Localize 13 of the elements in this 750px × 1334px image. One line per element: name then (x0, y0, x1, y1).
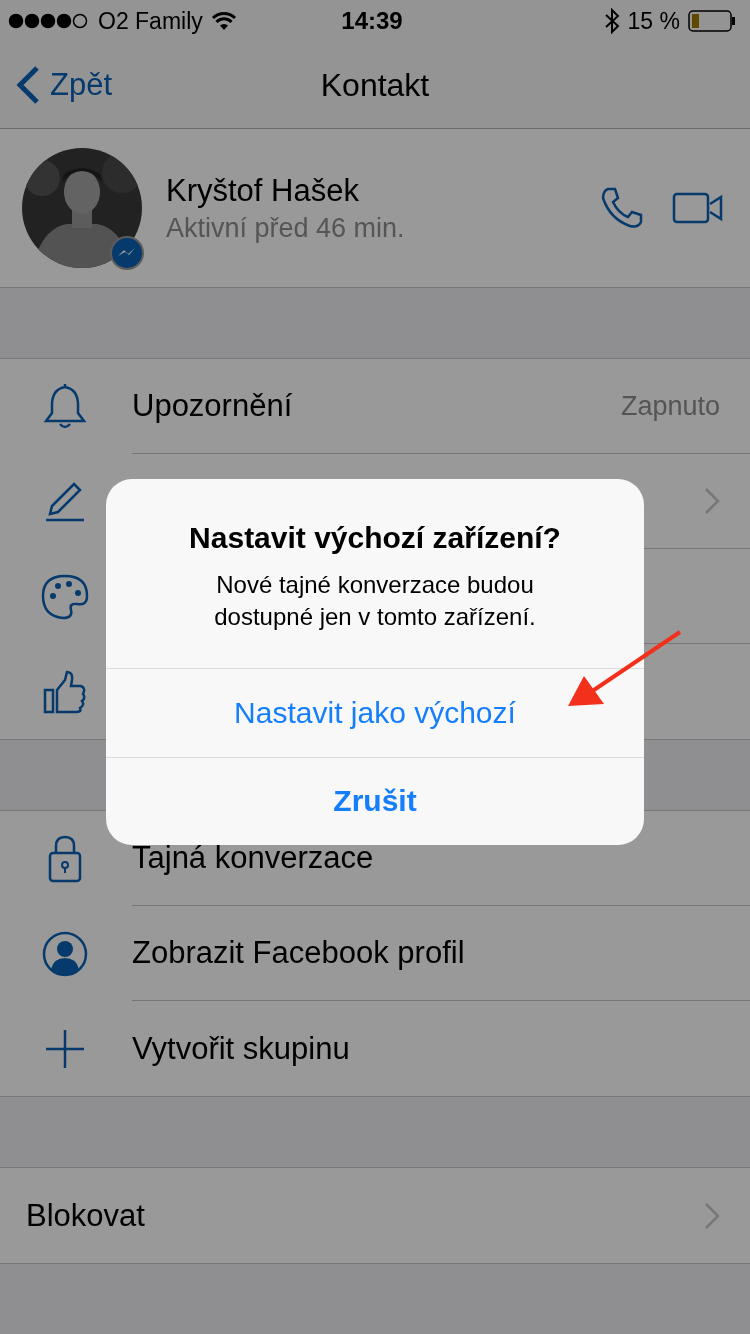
contact-name: Kryštof Hašek (166, 172, 360, 209)
row-value: Zapnuto (620, 390, 720, 422)
row-label: Upozornění (132, 388, 293, 424)
dialog-title: Nastavit výchozí zařízení? (189, 521, 561, 555)
row-label: Blokovat (26, 1197, 145, 1234)
row-label: Zobrazit Facebook profil (132, 935, 465, 971)
battery-percent: 15 % (627, 7, 680, 35)
carrier-name: O2 Family (98, 7, 203, 35)
row-label: Vytvořit skupinu (132, 1030, 350, 1067)
activity-status: Aktivní před 46 min. (166, 212, 406, 244)
clock-time: 14:39 (341, 7, 403, 35)
dialog-message: Nové tajné konverzace budou dostupné jen v tomto zařízení. (213, 570, 537, 633)
page-title: Kontakt (320, 66, 430, 104)
